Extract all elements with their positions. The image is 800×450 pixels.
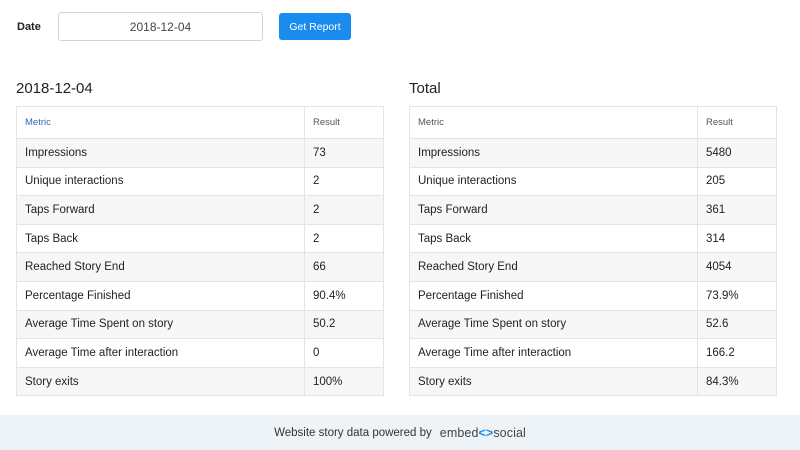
result-cell: 2	[304, 223, 384, 254]
total-stats-table: Metric Result Impressions 5480 Unique int…	[409, 106, 777, 397]
table-row: Taps Back 314	[409, 223, 777, 254]
result-cell: 166.2	[697, 338, 777, 368]
metric-cell: Average Time after interaction	[16, 338, 305, 368]
metric-cell: Taps Forward	[16, 195, 305, 225]
table-header-row: Metric Result	[16, 106, 384, 139]
result-cell: 90.4%	[304, 280, 384, 311]
table-row: Story exits 84.3%	[409, 366, 777, 397]
table-row: Taps Forward 361	[409, 195, 777, 225]
logo-text-left: embed	[439, 425, 479, 440]
result-cell: 52.6	[697, 309, 777, 340]
table-row: Story exits 100%	[16, 366, 384, 397]
daily-stats-title: 2018-12-04	[16, 80, 93, 97]
table-row: Unique interactions 205	[409, 166, 777, 197]
total-stats-panel: Total Metric Result Impressions 5480 Uniq…	[409, 80, 777, 397]
table-row: Percentage Finished 73.9%	[409, 280, 777, 311]
metric-column-header: Metric	[409, 106, 698, 139]
result-cell: 50.2	[304, 309, 384, 340]
date-label: Date	[17, 21, 41, 33]
metric-cell: Story exits	[409, 366, 698, 397]
daily-stats-table: Metric Result Impressions 73 Unique inter…	[16, 106, 384, 397]
metric-cell: Reached Story End	[409, 252, 698, 282]
result-cell: 314	[697, 223, 777, 254]
code-brackets-icon: <>	[478, 425, 494, 440]
metric-column-header[interactable]: Metric	[16, 106, 305, 139]
report-filter-bar: Date Get Report	[0, 0, 800, 60]
metric-cell: Reached Story End	[16, 252, 305, 282]
powered-by-footer: Website story data powered by embed <> soc…	[0, 415, 800, 450]
metric-cell: Impressions	[409, 138, 698, 168]
result-cell: 205	[697, 166, 777, 197]
total-stats-title: Total	[409, 80, 441, 97]
logo-text-right: social	[493, 425, 526, 440]
table-row: Average Time Spent on story 52.6	[409, 309, 777, 340]
result-cell: 100%	[304, 366, 384, 397]
metric-cell: Unique interactions	[409, 166, 698, 197]
result-cell: 2	[304, 195, 384, 225]
result-cell: 73	[304, 138, 384, 168]
daily-stats-panel: 2018-12-04 Metric Result Impressions 73 U…	[16, 80, 384, 397]
metric-cell: Story exits	[16, 366, 305, 397]
table-row: Reached Story End 66	[16, 252, 384, 282]
result-cell: 2	[304, 166, 384, 197]
table-row: Percentage Finished 90.4%	[16, 280, 384, 311]
result-cell: 0	[304, 338, 384, 368]
result-cell: 73.9%	[697, 280, 777, 311]
metric-cell: Taps Forward	[409, 195, 698, 225]
powered-by-text: Website story data powered by	[274, 426, 432, 439]
table-row: Average Time after interaction 0	[16, 338, 384, 368]
table-row: Impressions 5480	[409, 138, 777, 168]
metric-cell: Impressions	[16, 138, 305, 168]
result-cell: 66	[304, 252, 384, 282]
embedsocial-logo[interactable]: embed <> social	[440, 426, 526, 440]
metric-cell: Taps Back	[409, 223, 698, 254]
date-input[interactable]	[58, 12, 263, 41]
table-row: Taps Back 2	[16, 223, 384, 254]
table-row: Unique interactions 2	[16, 166, 384, 197]
metric-cell: Percentage Finished	[16, 280, 305, 311]
table-row: Reached Story End 4054	[409, 252, 777, 282]
metric-cell: Percentage Finished	[409, 280, 698, 311]
table-row: Average Time after interaction 166.2	[409, 338, 777, 368]
metric-cell: Average Time Spent on story	[409, 309, 698, 340]
result-column-header: Result	[304, 106, 384, 139]
metric-cell: Average Time after interaction	[409, 338, 698, 368]
get-report-button[interactable]: Get Report	[279, 13, 351, 40]
result-column-header: Result	[697, 106, 777, 139]
result-cell: 361	[697, 195, 777, 225]
metric-cell: Unique interactions	[16, 166, 305, 197]
result-cell: 5480	[697, 138, 777, 168]
table-row: Taps Forward 2	[16, 195, 384, 225]
result-cell: 4054	[697, 252, 777, 282]
metric-cell: Average Time Spent on story	[16, 309, 305, 340]
table-header-row: Metric Result	[409, 106, 777, 139]
metric-cell: Taps Back	[16, 223, 305, 254]
result-cell: 84.3%	[697, 366, 777, 397]
table-row: Average Time Spent on story 50.2	[16, 309, 384, 340]
table-row: Impressions 73	[16, 138, 384, 168]
